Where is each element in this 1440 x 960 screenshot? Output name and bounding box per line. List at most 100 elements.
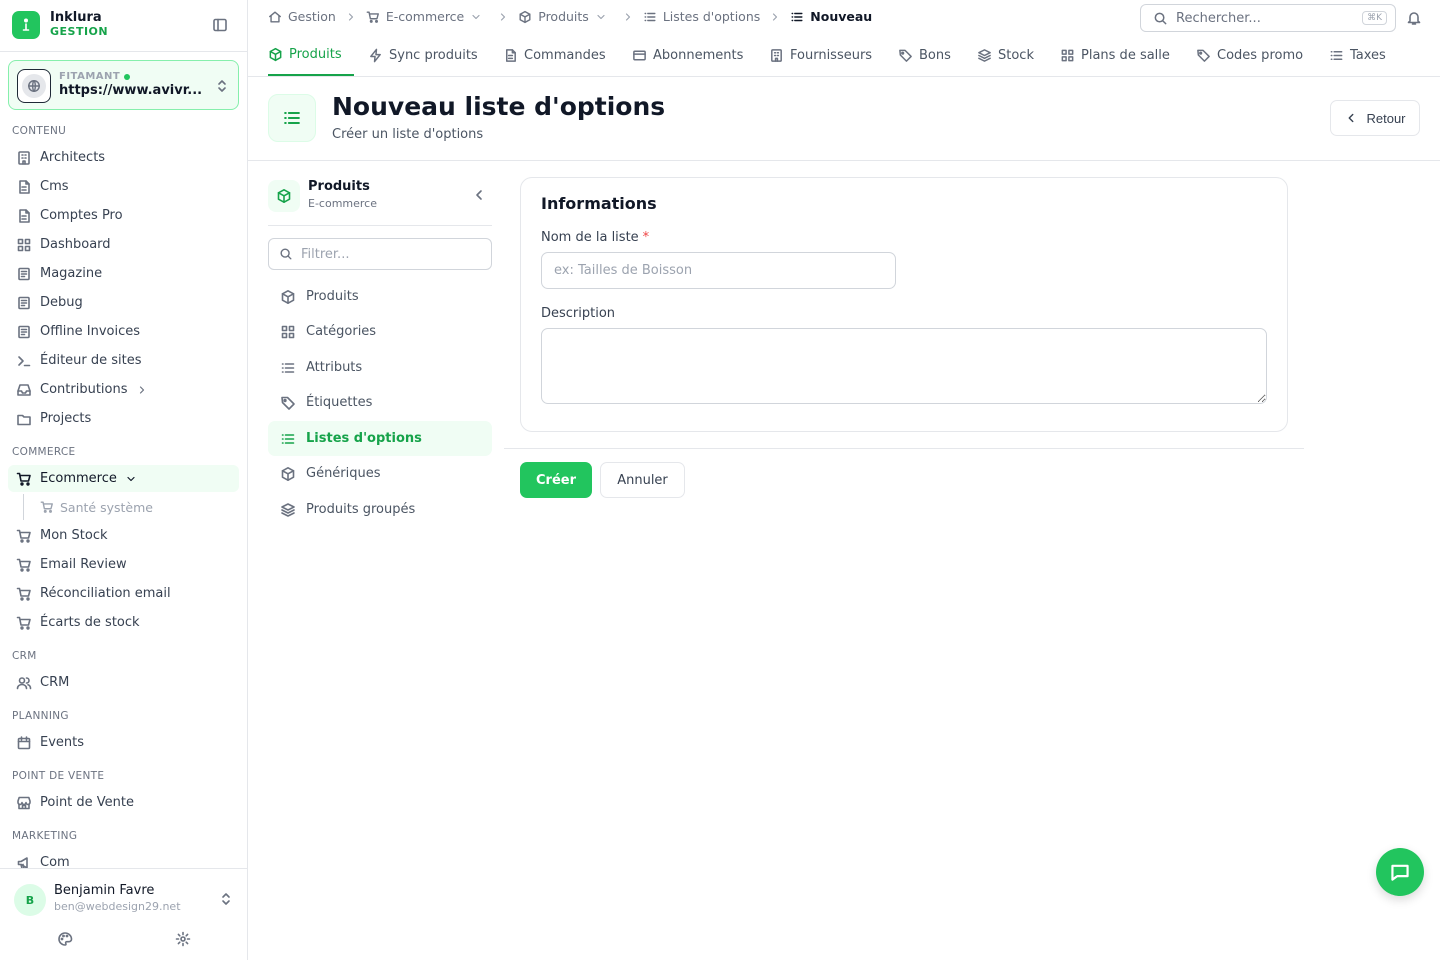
- site-status-dot: [124, 73, 131, 80]
- sidebar: Inklura GESTION FITAMANT https://www.avi…: [0, 0, 248, 960]
- subnav-item-etiquettes[interactable]: Étiquettes: [268, 385, 492, 420]
- section-crm: CRM: [12, 650, 37, 662]
- chat-button[interactable]: [1376, 848, 1424, 896]
- tab-plans-de-salle[interactable]: Plans de salle: [1060, 35, 1170, 76]
- sidebar-nav[interactable]: CONTENU Architects Cms Comptes Pro Dashb…: [0, 118, 247, 868]
- subnav-item-produits[interactable]: Produits: [268, 279, 492, 314]
- card-title: Informations: [541, 194, 657, 213]
- subnav-item-listes-options[interactable]: Listes d'options: [268, 421, 492, 456]
- page-title: Nouveau liste d'options: [332, 92, 666, 121]
- bell-icon[interactable]: [1406, 10, 1422, 26]
- breadcrumb-listes-options[interactable]: Listes d'options: [643, 9, 760, 24]
- submenu-line: [23, 494, 24, 520]
- sidebar-item-architects[interactable]: Architects: [8, 144, 239, 171]
- chevron-left-icon[interactable]: [471, 187, 487, 203]
- subnav-item-categories[interactable]: Catégories: [268, 314, 492, 349]
- subnav-item-produits-groupes[interactable]: Produits groupés: [268, 492, 492, 527]
- sidebar-item-email-review[interactable]: Email Review: [8, 551, 239, 578]
- chevron-down-icon: [597, 14, 605, 19]
- sidebar-item-point-de-vente[interactable]: Point de Vente: [8, 789, 239, 816]
- sidebar-item-reconciliation-email[interactable]: Réconciliation email: [8, 580, 239, 607]
- subnav-filter[interactable]: [268, 238, 492, 270]
- cart-icon: [16, 616, 31, 630]
- breadcrumb-label: E-commerce: [385, 9, 465, 24]
- package-icon: [269, 47, 282, 62]
- sidebar-item-debug[interactable]: Debug: [8, 289, 239, 316]
- building-icon: [771, 49, 782, 62]
- tab-produits[interactable]: Produits: [268, 35, 354, 76]
- cart-icon: [40, 501, 53, 513]
- sidebar-item-ecommerce[interactable]: Ecommerce: [8, 465, 239, 492]
- subnav-title: Produits: [308, 179, 370, 194]
- gear-icon[interactable]: [175, 931, 191, 947]
- cancel-button[interactable]: Annuler: [600, 462, 685, 498]
- brand-logo-icon: [12, 11, 40, 39]
- informations-card: Informations Nom de la liste* Descriptio…: [520, 177, 1288, 432]
- breadcrumb-label: Listes d'options: [662, 9, 761, 24]
- breadcrumb-label: Produits: [538, 9, 589, 24]
- user-menu[interactable]: B Benjamin Favre ben@webdesign29.net: [0, 868, 247, 960]
- sidebar-item-label: Architects: [40, 150, 106, 165]
- sidebar-item-label: Email Review: [40, 557, 127, 572]
- subnav-item-label: Attributs: [306, 360, 363, 375]
- chevron-right-icon: [345, 11, 357, 23]
- tab-codes-promo[interactable]: Codes promo: [1196, 35, 1303, 76]
- filter-input[interactable]: [301, 246, 471, 262]
- back-button-label: Retour: [1366, 110, 1406, 126]
- tab-label: Abonnements: [653, 48, 744, 63]
- tab-label: Plans de salle: [1081, 48, 1170, 63]
- sidebar-item-label: Réconciliation email: [40, 586, 171, 601]
- sidebar-item-ecarts-stock[interactable]: Écarts de stock: [8, 609, 239, 636]
- sidebar-item-events[interactable]: Events: [8, 729, 239, 756]
- sidebar-item-label: Offline Invoices: [40, 324, 141, 339]
- zap-icon: [370, 48, 381, 63]
- description-textarea[interactable]: [541, 328, 1267, 404]
- subnav-item-attributs[interactable]: Attributs: [268, 350, 492, 385]
- back-button[interactable]: Retour: [1330, 100, 1420, 136]
- tab-bons[interactable]: Bons: [898, 35, 951, 76]
- tab-sync-produits[interactable]: Sync produits: [368, 35, 478, 76]
- sidebar-item-com[interactable]: Com: [8, 849, 239, 868]
- tab-commandes[interactable]: Commandes: [503, 35, 606, 76]
- sidebar-item-crm[interactable]: CRM: [8, 669, 239, 696]
- sidebar-item-projects[interactable]: Projects: [8, 405, 239, 432]
- sidebar-item-magazine[interactable]: Magazine: [8, 260, 239, 287]
- sidebar-item-label: Mon Stock: [40, 528, 108, 543]
- breadcrumb-gestion[interactable]: Gestion: [268, 9, 336, 24]
- tag-icon: [899, 49, 912, 62]
- sidebar-item-offline-invoices[interactable]: Offline Invoices: [8, 318, 239, 345]
- sidebar-item-contributions[interactable]: Contributions: [8, 376, 239, 403]
- tab-fournisseurs[interactable]: Fournisseurs: [769, 35, 872, 76]
- site-switcher[interactable]: FITAMANT https://www.avivr...: [8, 60, 239, 110]
- tab-abonnements[interactable]: Abonnements: [632, 35, 743, 76]
- sidebar-item-dashboard[interactable]: Dashboard: [8, 231, 239, 258]
- subnav-item-generiques[interactable]: Génériques: [268, 456, 492, 491]
- sidebar-toggle-icon[interactable]: [212, 17, 228, 33]
- sidebar-item-comptes-pro[interactable]: Comptes Pro: [8, 202, 239, 229]
- breadcrumb-produits[interactable]: Produits: [518, 9, 613, 24]
- tab-label: Fournisseurs: [790, 48, 873, 63]
- create-button[interactable]: Créer: [520, 462, 592, 498]
- list-name-input[interactable]: [541, 252, 896, 289]
- global-search[interactable]: Rechercher... ⌘K: [1140, 4, 1396, 32]
- sidebar-item-cms[interactable]: Cms: [8, 173, 239, 200]
- cart-icon: [16, 558, 31, 572]
- sidebar-item-editeur-sites[interactable]: Éditeur de sites: [8, 347, 239, 374]
- megaphone-icon: [17, 856, 28, 868]
- brand[interactable]: Inklura GESTION: [12, 11, 108, 39]
- breadcrumb-label: Gestion: [288, 9, 336, 24]
- tab-taxes[interactable]: Taxes: [1329, 35, 1386, 76]
- sidebar-item-sante-systeme[interactable]: Santé système: [32, 494, 232, 520]
- chevron-up-down-icon: [218, 891, 234, 907]
- section-commerce: COMMERCE: [12, 446, 76, 458]
- sidebar-item-label: Cms: [40, 179, 69, 194]
- sidebar-item-mon-stock[interactable]: Mon Stock: [8, 522, 239, 549]
- newspaper-icon: [18, 267, 30, 280]
- breadcrumb-ecommerce[interactable]: E-commerce: [366, 9, 488, 24]
- tab-stock[interactable]: Stock: [977, 35, 1034, 76]
- tab-label: Produits: [289, 47, 342, 62]
- cart-icon: [16, 529, 31, 543]
- cart-icon: [366, 10, 379, 23]
- document-icon: [19, 208, 30, 223]
- palette-icon[interactable]: [57, 931, 73, 947]
